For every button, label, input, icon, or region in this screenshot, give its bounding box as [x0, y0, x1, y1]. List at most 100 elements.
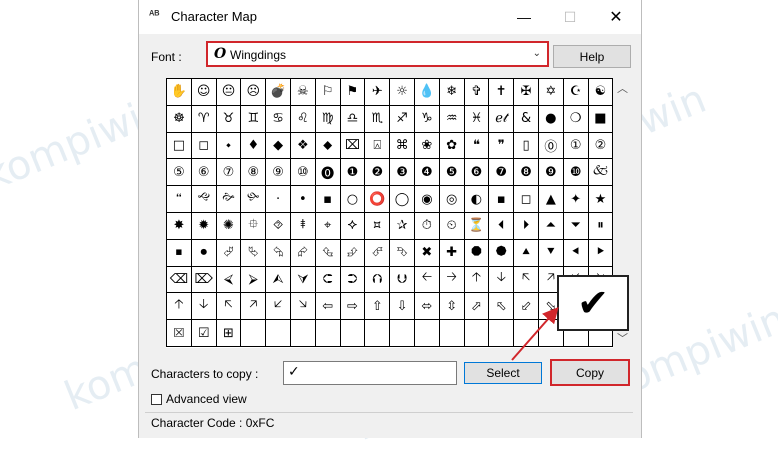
- character-cell[interactable]: ⬃: [514, 293, 539, 321]
- character-cell[interactable]: ⚑: [340, 79, 366, 106]
- help-button[interactable]: Help: [553, 45, 631, 68]
- character-cell[interactable]: ⏷: [563, 212, 589, 240]
- character-cell[interactable]: ❹: [414, 159, 440, 187]
- character-cell[interactable]: [241, 320, 267, 347]
- character-cell[interactable]: ❍: [563, 105, 589, 133]
- character-cell[interactable]: 🙙: [191, 186, 217, 213]
- character-cell[interactable]: ♊: [241, 105, 267, 133]
- character-cell[interactable]: ❺: [439, 159, 465, 187]
- character-cell[interactable]: ♏: [365, 105, 391, 133]
- character-cell[interactable]: ⭕: [365, 186, 391, 213]
- character-cell[interactable]: ✋: [167, 79, 192, 106]
- character-cell[interactable]: ⌖: [315, 212, 341, 240]
- character-cell[interactable]: ⮉: [365, 266, 391, 294]
- character-cell[interactable]: ⑦: [216, 159, 242, 187]
- character-cell[interactable]: ♦: [241, 132, 267, 160]
- character-cell[interactable]: ❝: [464, 132, 490, 160]
- character-cell[interactable]: ◉: [414, 186, 440, 213]
- character-cell[interactable]: ⮚: [241, 266, 267, 294]
- title-bar[interactable]: ᴬᴮ Character Map — ☐ ✕: [139, 0, 641, 34]
- character-cell[interactable]: 🡤: [514, 266, 539, 294]
- character-cell[interactable]: ❸: [390, 159, 415, 187]
- character-cell[interactable]: ⮘: [216, 266, 242, 294]
- character-cell[interactable]: ⯈: [588, 239, 614, 267]
- character-cell[interactable]: &: [514, 105, 539, 133]
- character-cell[interactable]: ◐: [464, 186, 490, 213]
- character-cell[interactable]: ⯆: [538, 239, 564, 267]
- character-cell[interactable]: [489, 320, 515, 347]
- character-cell[interactable]: ●: [538, 105, 564, 133]
- character-cell[interactable]: ⌦: [191, 266, 217, 294]
- character-cell[interactable]: ◎: [439, 186, 465, 213]
- character-cell[interactable]: ✿: [439, 132, 465, 160]
- character-cell[interactable]: ⏱: [414, 212, 440, 240]
- character-cell[interactable]: ②: [588, 132, 614, 160]
- character-cell[interactable]: [365, 320, 391, 347]
- character-cell[interactable]: ⮳: [290, 239, 316, 267]
- character-cell[interactable]: ⏵: [514, 212, 539, 240]
- characters-to-copy-input[interactable]: ✓: [283, 361, 457, 385]
- character-cell[interactable]: 🙵: [588, 159, 614, 187]
- character-cell[interactable]: ✡: [538, 79, 564, 106]
- character-cell[interactable]: 🡤: [216, 293, 242, 321]
- character-cell[interactable]: ☹: [241, 79, 267, 106]
- character-cell[interactable]: ·: [266, 186, 291, 213]
- character-cell[interactable]: ⮈: [315, 266, 341, 294]
- character-cell[interactable]: [390, 320, 415, 347]
- checkbox-icon[interactable]: [151, 393, 162, 405]
- character-cell[interactable]: ⏲: [439, 212, 465, 240]
- character-cell[interactable]: ✹: [191, 212, 217, 240]
- character-cell[interactable]: [514, 320, 539, 347]
- character-cell[interactable]: ⑧: [241, 159, 267, 187]
- character-cell[interactable]: ⏸: [588, 212, 614, 240]
- character-cell[interactable]: [290, 320, 316, 347]
- character-cell[interactable]: 🙶: [167, 186, 192, 213]
- character-cell[interactable]: ⬀: [464, 293, 490, 321]
- character-cell[interactable]: ℯ𝓉: [489, 105, 515, 133]
- character-cell[interactable]: ⑥: [191, 159, 217, 187]
- character-cell[interactable]: ⬄: [414, 293, 440, 321]
- character-cell[interactable]: ⯄: [489, 239, 515, 267]
- character-cell[interactable]: ♋: [266, 105, 291, 133]
- character-cell[interactable]: ♓: [464, 105, 490, 133]
- character-cell[interactable]: ⬁: [489, 293, 515, 321]
- font-dropdown[interactable]: O Wingdings ⌄: [206, 41, 549, 67]
- character-cell[interactable]: ❽: [514, 159, 539, 187]
- character-cell[interactable]: ⮽: [167, 320, 192, 347]
- character-cell[interactable]: ♐: [390, 105, 415, 133]
- character-cell[interactable]: [315, 320, 341, 347]
- character-cell[interactable]: ⮛: [290, 266, 316, 294]
- character-cell[interactable]: 🡡: [464, 266, 490, 294]
- copy-button[interactable]: Copy: [550, 359, 630, 386]
- character-cell[interactable]: ▪: [315, 186, 341, 213]
- character-cell[interactable]: ⬩: [216, 132, 242, 160]
- character-cell[interactable]: ①: [563, 132, 589, 160]
- character-cell[interactable]: ⮶: [365, 239, 391, 267]
- character-cell[interactable]: ✖: [414, 239, 440, 267]
- character-cell[interactable]: ❼: [489, 159, 515, 187]
- character-cell[interactable]: ⑤: [167, 159, 192, 187]
- character-cell[interactable]: ⯅: [514, 239, 539, 267]
- character-cell[interactable]: ✈: [365, 79, 391, 106]
- character-cell[interactable]: ☸: [167, 105, 192, 133]
- character-cell[interactable]: ☯: [588, 79, 614, 106]
- character-cell[interactable]: ⮰: [216, 239, 242, 267]
- character-cell[interactable]: ✸: [167, 212, 192, 240]
- character-cell[interactable]: ☼: [390, 79, 415, 106]
- character-cell[interactable]: ⚐: [315, 79, 341, 106]
- character-cell[interactable]: ❻: [464, 159, 490, 187]
- character-cell[interactable]: ♌: [290, 105, 316, 133]
- character-cell[interactable]: ○: [340, 186, 366, 213]
- character-cell[interactable]: ❄: [439, 79, 465, 106]
- character-cell[interactable]: ⮙: [266, 266, 291, 294]
- character-cell[interactable]: ◻: [191, 132, 217, 160]
- character-cell[interactable]: □: [167, 132, 192, 160]
- character-cell[interactable]: ✦: [563, 186, 589, 213]
- character-cell[interactable]: ⌘: [390, 132, 415, 160]
- character-cell[interactable]: ✚: [439, 239, 465, 267]
- character-cell[interactable]: ▲: [538, 186, 564, 213]
- character-cell[interactable]: ❷: [365, 159, 391, 187]
- scroll-up-icon[interactable]: ︿: [614, 80, 631, 96]
- character-cell[interactable]: ♒: [439, 105, 465, 133]
- character-cell[interactable]: ⇦: [315, 293, 341, 321]
